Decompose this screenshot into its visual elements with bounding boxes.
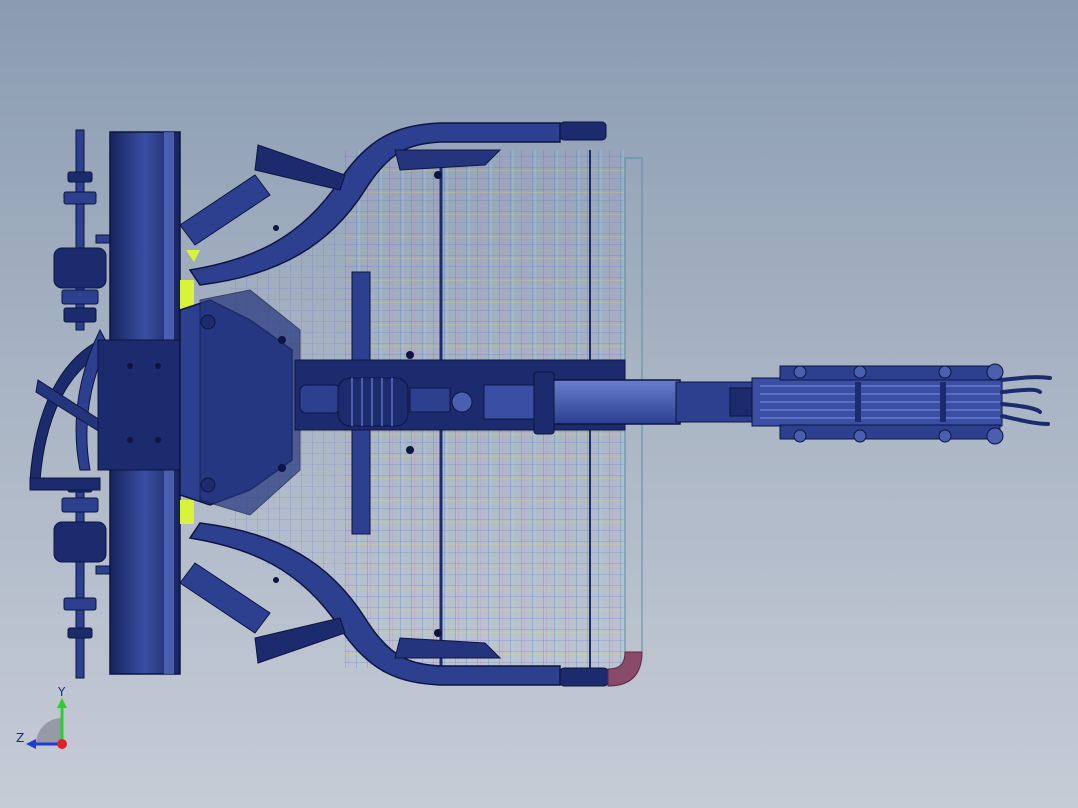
z-axis-label: Z [16,731,24,745]
cad-viewport[interactable] [0,0,1078,808]
boom-arm [533,371,757,435]
gearbox-housing [179,289,301,516]
highlight-corner [186,250,200,262]
cutter-head [729,363,1052,445]
triad-origin [57,739,67,749]
wheel-assembly-bottom [53,477,111,679]
highlight-bottom [180,500,194,524]
main-cross-beam [97,131,183,675]
wheel-assembly-top [53,129,111,331]
curved-tines [29,328,109,491]
y-axis-label: Y [57,685,66,699]
triad-icon: Y Z [16,685,67,749]
